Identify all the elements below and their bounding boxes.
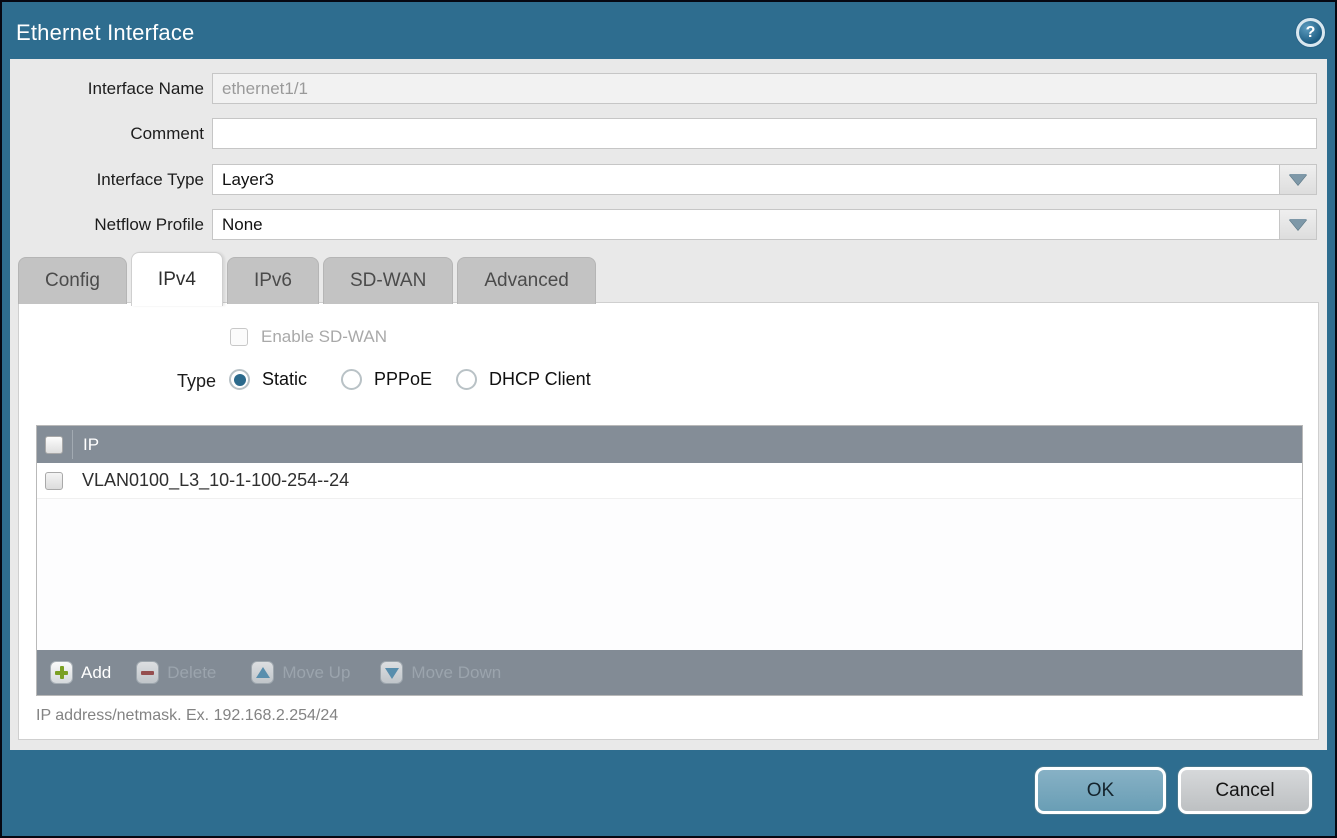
netflow-profile-select[interactable]: None <box>212 209 1317 240</box>
interface-name-label: Interface Name <box>10 73 204 104</box>
interface-type-row: Interface Type Layer3 <box>10 164 1327 195</box>
interface-type-dropdown-button[interactable] <box>1279 165 1316 194</box>
column-separator <box>72 430 73 459</box>
enable-sdwan-label: Enable SD-WAN <box>261 327 387 347</box>
radio-dhcp-client[interactable]: DHCP Client <box>456 369 591 390</box>
dialog-title: Ethernet Interface <box>16 20 194 46</box>
ipv4-panel: Enable SD-WAN Type Static PPPoE DHCP Cli… <box>18 302 1319 740</box>
radio-dhcp-client-label: DHCP Client <box>489 369 591 390</box>
table-row[interactable]: VLAN0100_L3_10-1-100-254--24 <box>37 463 1302 499</box>
type-label: Type <box>177 371 216 392</box>
radio-selected-icon <box>229 369 250 390</box>
tab-config[interactable]: Config <box>18 257 127 304</box>
interface-type-label: Interface Type <box>10 164 204 195</box>
table-toolbar: Add Delete Move Up Move Down <box>37 650 1302 695</box>
cancel-button[interactable]: Cancel <box>1178 767 1312 814</box>
arrow-down-icon <box>380 661 403 684</box>
delete-button[interactable]: Delete <box>136 661 216 684</box>
move-down-button-label: Move Down <box>411 663 501 683</box>
enable-sdwan-row: Enable SD-WAN <box>230 327 387 347</box>
comment-field-wrap <box>212 118 1317 149</box>
chevron-down-icon <box>1289 219 1307 230</box>
radio-unselected-icon <box>341 369 362 390</box>
tab-strip: Config IPv4 IPv6 SD-WAN Advanced <box>18 252 596 306</box>
delete-button-label: Delete <box>167 663 216 683</box>
interface-name-field: ethernet1/1 <box>212 73 1317 104</box>
radio-pppoe-label: PPPoE <box>374 369 432 390</box>
tab-ipv4[interactable]: IPv4 <box>131 252 223 306</box>
ip-column-header: IP <box>83 435 99 455</box>
tab-sdwan[interactable]: SD-WAN <box>323 257 453 304</box>
ethernet-interface-dialog: Ethernet Interface ? Interface Name ethe… <box>0 0 1337 838</box>
plus-icon <box>50 661 73 684</box>
netflow-profile-dropdown-button[interactable] <box>1279 210 1316 239</box>
add-button-label: Add <box>81 663 111 683</box>
select-all-checkbox[interactable] <box>45 436 63 454</box>
radio-static-label: Static <box>262 369 307 390</box>
ok-button[interactable]: OK <box>1035 767 1166 814</box>
move-down-button[interactable]: Move Down <box>380 661 501 684</box>
radio-unselected-icon <box>456 369 477 390</box>
add-button[interactable]: Add <box>50 661 111 684</box>
comment-row: Comment <box>10 118 1327 149</box>
minus-icon <box>136 661 159 684</box>
move-up-button-label: Move Up <box>282 663 350 683</box>
arrow-up-icon <box>251 661 274 684</box>
ip-format-hint: IP address/netmask. Ex. 192.168.2.254/24 <box>36 707 338 725</box>
radio-static[interactable]: Static <box>229 369 307 390</box>
type-radio-group: Type Static PPPoE DHCP Client <box>19 369 1318 395</box>
interface-type-select[interactable]: Layer3 <box>212 164 1317 195</box>
netflow-profile-label: Netflow Profile <box>10 209 204 240</box>
ip-table-header: IP <box>37 426 1302 463</box>
tab-ipv6[interactable]: IPv6 <box>227 257 319 304</box>
enable-sdwan-checkbox[interactable] <box>230 328 248 346</box>
interface-name-row: Interface Name ethernet1/1 <box>10 73 1327 104</box>
row-checkbox[interactable] <box>45 472 63 490</box>
move-up-button[interactable]: Move Up <box>251 661 350 684</box>
tab-advanced[interactable]: Advanced <box>457 257 596 304</box>
chevron-down-icon <box>1289 174 1307 185</box>
radio-pppoe[interactable]: PPPoE <box>341 369 432 390</box>
row-ip-value: VLAN0100_L3_10-1-100-254--24 <box>82 470 349 491</box>
interface-type-value: Layer3 <box>222 170 274 190</box>
ip-table: IP VLAN0100_L3_10-1-100-254--24 Add Dele… <box>36 425 1303 696</box>
comment-input[interactable] <box>222 119 1316 148</box>
netflow-profile-row: Netflow Profile None <box>10 209 1327 240</box>
help-icon[interactable]: ? <box>1296 18 1325 47</box>
comment-label: Comment <box>10 118 204 149</box>
netflow-profile-value: None <box>222 215 263 235</box>
